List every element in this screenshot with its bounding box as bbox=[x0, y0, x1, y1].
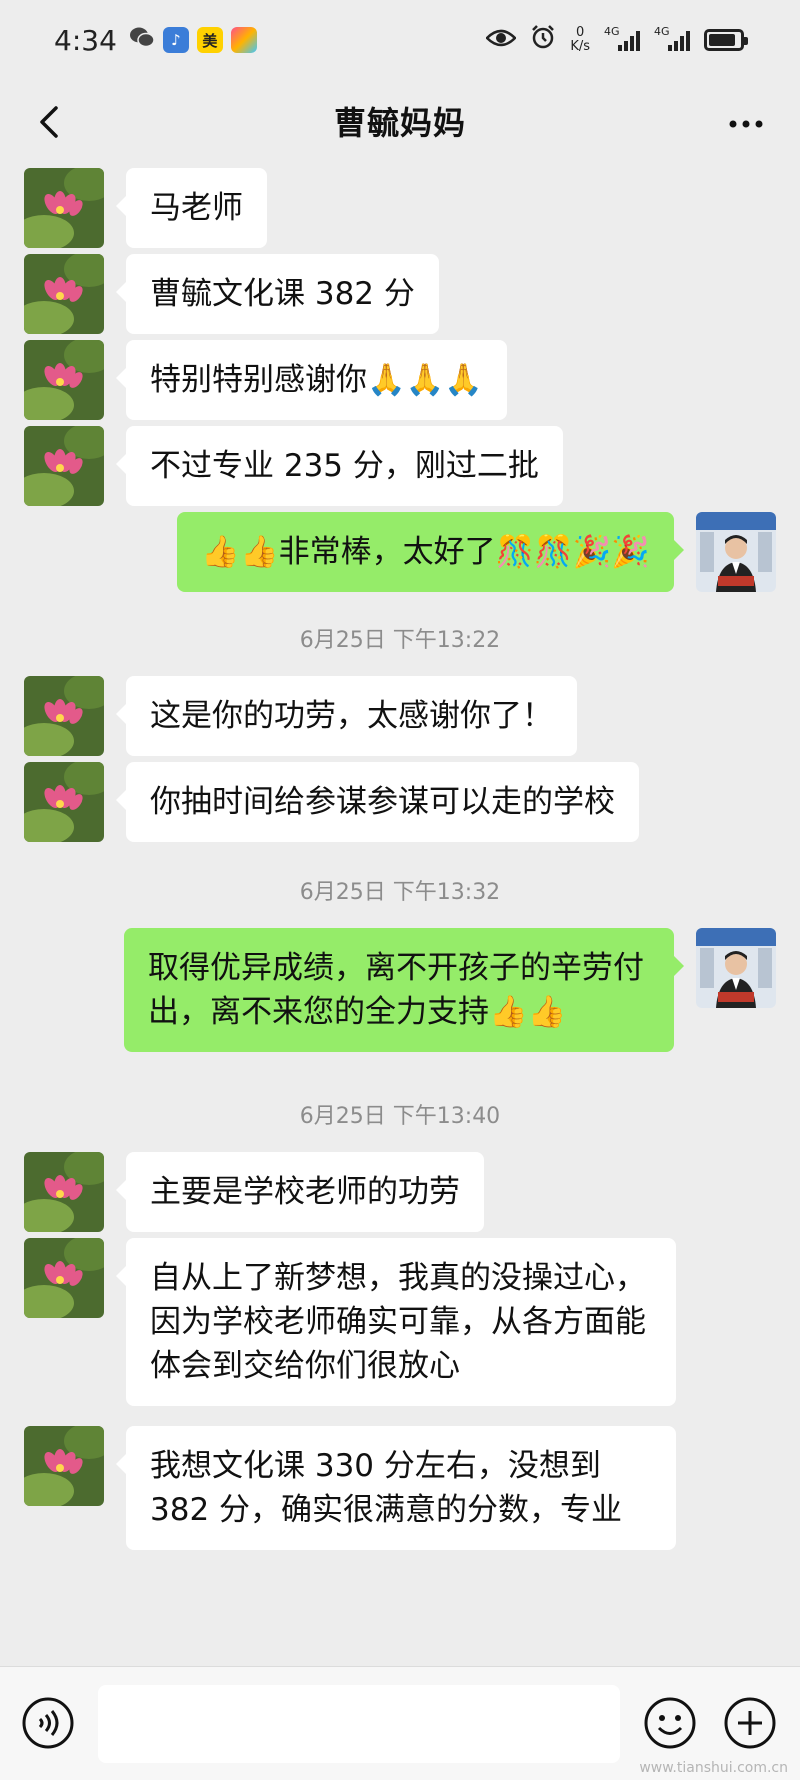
message-bubble[interactable]: 马老师 bbox=[116, 168, 267, 248]
chat-header: 曹毓妈妈 bbox=[0, 80, 800, 162]
avatar[interactable] bbox=[24, 1238, 104, 1318]
eye-icon bbox=[485, 25, 518, 55]
timestamp: 6月25日 下午13:22 bbox=[299, 628, 501, 653]
message-input[interactable] bbox=[98, 1685, 620, 1763]
avatar[interactable] bbox=[696, 928, 776, 1008]
timestamp: 6月25日 下午13:40 bbox=[299, 1104, 501, 1129]
net-speed-value: 0 bbox=[576, 25, 585, 40]
page-title: 曹毓妈妈 bbox=[333, 104, 466, 142]
alarm-icon bbox=[530, 24, 556, 57]
chevron-left-icon[interactable] bbox=[30, 102, 70, 142]
message-bubble[interactable]: 你抽时间给参谋参谋可以走的学校 bbox=[116, 762, 639, 842]
message-list[interactable]: 马老师 曹毓文化课 382 分 特别特别感谢你🙏🙏🙏 不过专业 235 分，刚过… bbox=[0, 162, 800, 1666]
signal-icon: 4G bbox=[604, 25, 640, 51]
music-icon: ♪ bbox=[162, 27, 189, 53]
avatar[interactable] bbox=[24, 168, 104, 248]
sim2-label: 4G bbox=[654, 25, 670, 38]
wechat-icon bbox=[129, 25, 155, 55]
message-bubble[interactable]: 特别特别感谢你🙏🙏🙏 bbox=[116, 340, 507, 420]
signal-icon: 4G bbox=[654, 25, 690, 51]
status-bar: 4:34 ♪ 美 0 K/s 4G 4G bbox=[0, 0, 800, 80]
message-bubble[interactable]: 👍👍非常棒，太好了🎊🎊🎉🎉 bbox=[177, 512, 684, 592]
avatar[interactable] bbox=[24, 340, 104, 420]
message-bubble[interactable]: 这是你的功劳，太感谢你了！ bbox=[116, 676, 577, 756]
message-bubble[interactable]: 主要是学校老师的功劳 bbox=[116, 1152, 484, 1232]
avatar[interactable] bbox=[24, 676, 104, 756]
timestamp: 6月25日 下午13:32 bbox=[299, 880, 501, 905]
avatar[interactable] bbox=[24, 254, 104, 334]
avatar[interactable] bbox=[24, 1152, 104, 1232]
message-bubble[interactable]: 自从上了新梦想，我真的没操过心，因为学校老师确实可靠，从各方面能体会到交给你们很… bbox=[116, 1238, 676, 1406]
sim1-label: 4G bbox=[604, 25, 620, 38]
app-icon bbox=[230, 27, 257, 53]
avatar[interactable] bbox=[24, 426, 104, 506]
avatar[interactable] bbox=[24, 762, 104, 842]
battery-icon bbox=[704, 29, 748, 51]
avatar[interactable] bbox=[24, 1426, 104, 1506]
net-speed-unit: K/s bbox=[570, 39, 590, 54]
net-speed: 0 K/s bbox=[570, 26, 590, 54]
input-bar: www.tianshui.com.cn bbox=[0, 1666, 800, 1780]
voice-icon[interactable] bbox=[20, 1695, 76, 1751]
meituan-icon: 美 bbox=[196, 27, 223, 53]
avatar[interactable] bbox=[696, 512, 776, 592]
message-bubble[interactable]: 曹毓文化课 382 分 bbox=[116, 254, 439, 334]
message-bubble[interactable]: 取得优异成绩，离不开孩子的辛劳付出，离不来您的全力支持👍👍 bbox=[124, 928, 684, 1052]
plus-icon[interactable] bbox=[722, 1695, 778, 1751]
watermark: www.tianshui.com.cn bbox=[639, 1760, 788, 1776]
more-dots-icon[interactable] bbox=[728, 108, 764, 129]
smile-icon[interactable] bbox=[642, 1695, 698, 1751]
message-bubble[interactable]: 不过专业 235 分，刚过二批 bbox=[116, 426, 563, 506]
status-time: 4:34 bbox=[54, 23, 117, 57]
message-bubble[interactable]: 我想文化课 330 分左右，没想到 382 分，确实很满意的分数，专业 bbox=[116, 1426, 676, 1550]
